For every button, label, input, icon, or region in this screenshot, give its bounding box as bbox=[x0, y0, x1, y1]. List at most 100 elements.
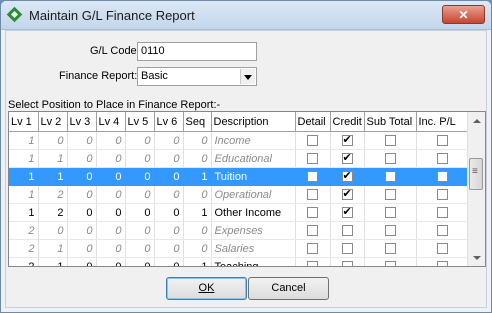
table-row[interactable]: 1 1 0 0 0 0 1 Tuition bbox=[9, 167, 469, 186]
cancel-button[interactable]: Cancel bbox=[248, 277, 329, 300]
table-row[interactable]: 2 1 0 0 0 0 0 Salaries bbox=[9, 239, 469, 258]
incpl-cell bbox=[416, 149, 469, 168]
table-row[interactable]: 1 1 0 0 0 0 0 Educational bbox=[9, 149, 469, 168]
column-header[interactable]: Lv 3 bbox=[67, 112, 97, 132]
column-header[interactable]: Seq bbox=[183, 112, 212, 132]
incpl-checkbox[interactable] bbox=[436, 207, 448, 219]
incpl-checkbox[interactable] bbox=[436, 189, 448, 201]
description-cell: Educational bbox=[211, 149, 296, 168]
subtotal-checkbox[interactable] bbox=[384, 207, 396, 219]
subtotal-checkbox[interactable] bbox=[384, 261, 396, 266]
detail-cell bbox=[295, 167, 331, 186]
level-cell: 0 bbox=[67, 239, 97, 258]
description-cell: Other Income bbox=[211, 203, 296, 222]
column-header[interactable]: Detail bbox=[295, 112, 331, 132]
credit-checkbox[interactable] bbox=[341, 225, 353, 237]
table-row[interactable]: 1 2 0 0 0 0 1 Other Income bbox=[9, 203, 469, 222]
subtotal-cell bbox=[364, 257, 417, 266]
credit-checkbox[interactable] bbox=[341, 205, 353, 219]
gl-code-field[interactable]: 0110 bbox=[137, 42, 257, 61]
credit-checkbox[interactable] bbox=[341, 187, 353, 201]
incpl-checkbox[interactable] bbox=[436, 225, 448, 237]
subtotal-checkbox[interactable] bbox=[384, 153, 396, 165]
level-cell: 0 bbox=[154, 167, 184, 186]
credit-checkbox[interactable] bbox=[341, 261, 353, 266]
level-cell: 1 bbox=[9, 185, 39, 204]
subtotal-cell bbox=[364, 167, 417, 186]
column-header[interactable]: Lv 1 bbox=[9, 112, 39, 132]
title-bar[interactable]: Maintain G/L Finance Report ✕ bbox=[1, 1, 491, 30]
column-header[interactable]: Lv 6 bbox=[154, 112, 184, 132]
close-button[interactable]: ✕ bbox=[442, 5, 485, 24]
column-header[interactable]: Lv 4 bbox=[96, 112, 126, 132]
level-cell: 0 bbox=[67, 167, 97, 186]
detail-checkbox[interactable] bbox=[307, 207, 318, 219]
table-row[interactable]: 1 2 0 0 0 0 0 Operational bbox=[9, 185, 469, 204]
grid-vertical-scrollbar[interactable] bbox=[467, 112, 485, 266]
level-cell: 2 bbox=[9, 257, 39, 266]
column-header[interactable]: Sub Total bbox=[364, 112, 417, 132]
level-cell: 0 bbox=[96, 131, 126, 150]
level-cell: 0 bbox=[96, 185, 126, 204]
seq-cell: 1 bbox=[183, 203, 212, 222]
column-header[interactable]: Credit bbox=[330, 112, 365, 132]
column-header[interactable]: Lv 2 bbox=[38, 112, 68, 132]
level-cell: 0 bbox=[67, 221, 97, 240]
level-cell: 0 bbox=[154, 239, 184, 258]
level-cell: 0 bbox=[154, 257, 184, 266]
level-cell: 0 bbox=[125, 185, 155, 204]
detail-cell bbox=[295, 239, 331, 258]
incpl-checkbox[interactable] bbox=[436, 171, 448, 183]
incpl-checkbox[interactable] bbox=[436, 135, 448, 147]
scroll-thumb[interactable] bbox=[469, 158, 483, 190]
seq-cell: 0 bbox=[183, 239, 212, 258]
level-cell: 0 bbox=[125, 149, 155, 168]
gl-code-label: G/L Code: bbox=[90, 45, 140, 57]
dialog-body: G/L Code: 0110 Finance Report: Basic Sel… bbox=[5, 30, 487, 308]
level-cell: 0 bbox=[67, 203, 97, 222]
subtotal-cell bbox=[364, 221, 417, 240]
scroll-down-icon[interactable] bbox=[468, 249, 485, 266]
subtotal-cell bbox=[364, 149, 417, 168]
level-cell: 0 bbox=[67, 149, 97, 168]
finance-position-grid[interactable]: Lv 1 Lv 2 Lv 3 Lv 4 Lv 5 Lv 6 Seq Description De… bbox=[8, 111, 486, 267]
credit-checkbox[interactable] bbox=[341, 151, 353, 165]
seq-cell: 0 bbox=[183, 131, 212, 150]
detail-checkbox[interactable] bbox=[307, 171, 318, 183]
subtotal-checkbox[interactable] bbox=[384, 189, 396, 201]
dropdown-arrow-icon[interactable] bbox=[240, 69, 255, 84]
column-header[interactable]: Description bbox=[211, 112, 296, 132]
scroll-up-icon[interactable] bbox=[468, 112, 485, 129]
description-cell: Salaries bbox=[211, 239, 296, 258]
credit-checkbox[interactable] bbox=[341, 169, 353, 183]
subtotal-checkbox[interactable] bbox=[384, 171, 396, 183]
level-cell: 0 bbox=[125, 167, 155, 186]
column-header[interactable]: Lv 5 bbox=[125, 112, 155, 132]
detail-checkbox[interactable] bbox=[307, 135, 318, 147]
detail-checkbox[interactable] bbox=[307, 153, 318, 165]
incpl-cell bbox=[416, 239, 469, 258]
incpl-checkbox[interactable] bbox=[436, 243, 448, 255]
table-row[interactable]: 2 1 0 0 0 0 1 Teaching bbox=[9, 257, 469, 266]
finance-report-select[interactable]: Basic bbox=[137, 67, 257, 86]
detail-checkbox[interactable] bbox=[307, 243, 318, 255]
table-row[interactable]: 1 0 0 0 0 0 0 Income bbox=[9, 131, 469, 150]
detail-checkbox[interactable] bbox=[307, 261, 318, 266]
subtotal-checkbox[interactable] bbox=[384, 243, 396, 255]
description-cell: Teaching bbox=[211, 257, 296, 266]
column-header[interactable]: Inc. P/L bbox=[416, 112, 469, 132]
table-row[interactable]: 2 0 0 0 0 0 0 Expenses bbox=[9, 221, 469, 240]
dialog-window: Maintain G/L Finance Report ✕ G/L Code: … bbox=[0, 0, 492, 313]
level-cell: 0 bbox=[125, 257, 155, 266]
detail-checkbox[interactable] bbox=[307, 225, 318, 237]
level-cell: 0 bbox=[125, 221, 155, 240]
subtotal-checkbox[interactable] bbox=[384, 135, 396, 147]
credit-checkbox[interactable] bbox=[341, 243, 353, 255]
detail-checkbox[interactable] bbox=[307, 189, 318, 201]
subtotal-cell bbox=[364, 203, 417, 222]
incpl-checkbox[interactable] bbox=[436, 261, 448, 266]
credit-checkbox[interactable] bbox=[341, 133, 353, 147]
ok-button[interactable]: OK bbox=[166, 277, 247, 300]
subtotal-checkbox[interactable] bbox=[384, 225, 396, 237]
incpl-checkbox[interactable] bbox=[436, 153, 448, 165]
